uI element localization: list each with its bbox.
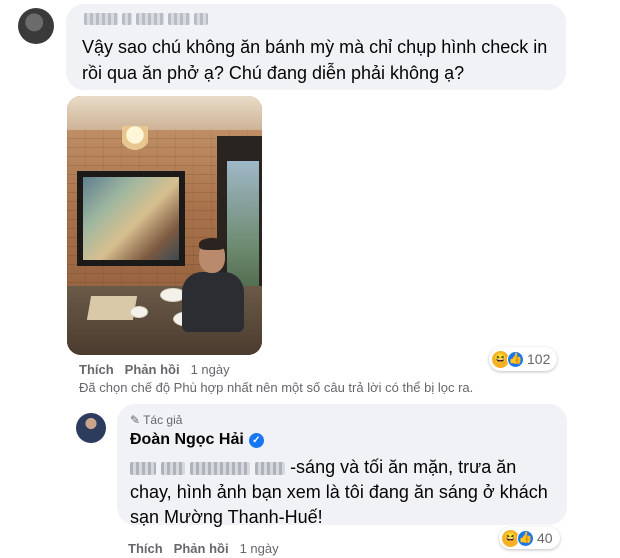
author-name-row: Đoàn Ngọc Hải ✓: [130, 431, 264, 449]
reply-text: -sáng và tối ăn mặn, trưa ăn chay, hình …: [130, 455, 560, 530]
author-badge-label: Tác giả: [143, 413, 183, 427]
comment-timestamp[interactable]: 1 ngày: [191, 362, 230, 377]
redacted-text: [190, 461, 251, 475]
like-icon: 👍: [507, 350, 524, 368]
comment-text: Vậy sao chú không ăn bánh mỳ mà chỉ chụp…: [82, 37, 548, 83]
comment-photo[interactable]: [67, 96, 262, 355]
reaction-summary[interactable]: 😆 👍 40: [499, 527, 560, 549]
redacted-text: [130, 461, 156, 475]
filter-note: Đã chọn chế độ Phù hợp nhất nên một số c…: [79, 380, 474, 395]
redacted-text: [255, 461, 286, 475]
like-button[interactable]: Thích: [79, 362, 114, 377]
author-name[interactable]: Đoàn Ngọc Hải: [130, 431, 244, 449]
pen-icon: ✎: [130, 413, 141, 427]
reply-timestamp[interactable]: 1 ngày: [240, 541, 279, 556]
author-avatar[interactable]: [76, 413, 106, 443]
commenter-avatar[interactable]: [18, 8, 54, 44]
verified-badge-icon: ✓: [248, 432, 264, 448]
like-icon: 👍: [517, 529, 534, 547]
commenter-name-blurred[interactable]: [84, 13, 208, 27]
reply-button[interactable]: Phản hồi: [125, 362, 180, 377]
comment-actions: Thích Phản hồi 1 ngày: [79, 362, 230, 377]
reaction-count: 40: [537, 530, 553, 546]
like-button[interactable]: Thích: [128, 541, 163, 556]
redacted-text: [161, 461, 186, 475]
reaction-count: 102: [527, 351, 551, 367]
reaction-summary[interactable]: 😆 👍 102: [489, 347, 558, 371]
reply-actions: Thích Phản hồi 1 ngày: [128, 541, 279, 556]
author-badge: ✎ Tác giả: [130, 413, 182, 427]
reply-button[interactable]: Phản hồi: [174, 541, 229, 556]
